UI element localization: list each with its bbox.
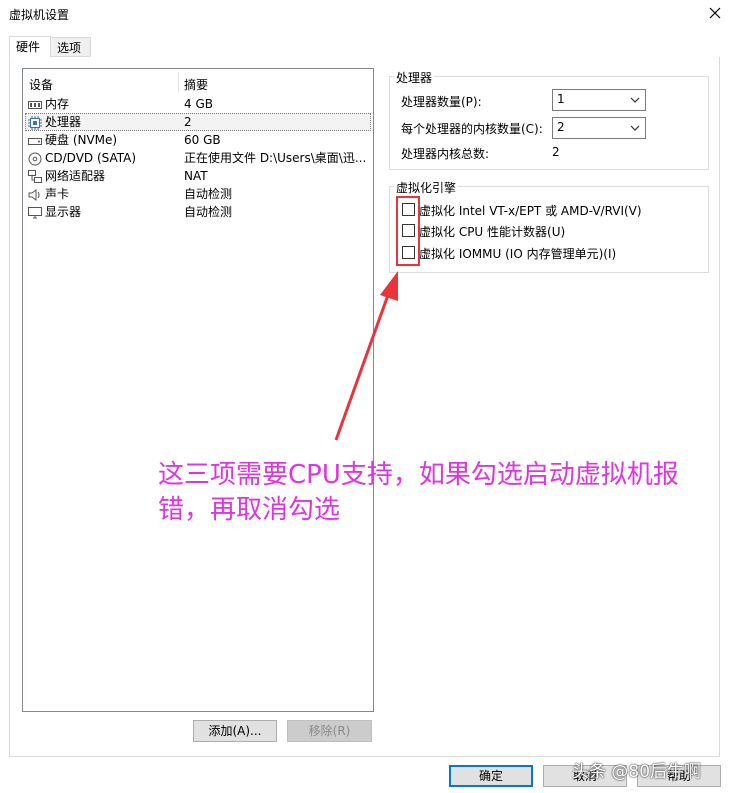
column-divider[interactable] [178,72,179,92]
device-row-processor[interactable]: 处理器 2 [25,113,371,131]
device-row-hard-disk[interactable]: 硬盘 (NVMe) 60 GB [25,131,371,149]
tab-options[interactable]: 选项 [51,37,91,57]
sound-card-icon [28,188,42,201]
watermark: 头条 @80后牛啊 [572,762,702,782]
display-icon [28,206,42,219]
cores-per-processor-value: 2 [557,120,565,134]
processor-count-value: 1 [557,92,565,106]
total-cores-label: 处理器内核总数: [401,147,490,161]
cd-dvd-icon [28,152,42,166]
cores-per-processor-label: 每个处理器的内核数量(C): [401,122,543,136]
hard-disk-icon [28,134,42,146]
column-header-summary[interactable]: 摘要 [184,76,208,93]
close-icon[interactable] [705,3,725,23]
device-summary: 自动检测 [184,205,233,219]
device-summary: 正在使用文件 D:\Users\桌面\迅... [184,151,367,165]
device-row-memory[interactable]: 内存 4 GB [25,95,371,113]
device-summary: 4 GB [184,97,213,111]
cores-per-processor-select[interactable]: 2 [552,117,646,139]
window-title: 虚拟机设置 [9,8,70,22]
device-row-display[interactable]: 显示器 自动检测 [25,203,371,221]
highlight-box [396,196,420,266]
chevron-down-icon [629,94,641,106]
ok-button[interactable]: 确定 [449,765,533,787]
device-summary: 60 GB [184,133,221,147]
annotation-text: 这三项需要CPU支持，如果勾选启动虚拟机报错，再取消勾选 [158,460,679,525]
device-name: 硬盘 (NVMe) [45,133,118,147]
annotation-arrow [334,271,398,441]
processor-count-label: 处理器数量(P): [401,95,482,109]
device-name: 声卡 [45,187,70,201]
device-row-network-adapter[interactable]: 网络适配器 NAT [25,167,371,185]
network-adapter-icon [28,170,42,183]
memory-icon [28,98,42,110]
tab-hardware[interactable]: 硬件 [9,36,51,58]
virtualization-engine-label: 虚拟化引擎 [394,179,459,196]
processors-group-label: 处理器 [394,69,435,86]
device-summary: 2 [184,115,192,129]
iommu-checkbox-label[interactable]: 虚拟化 IOMMU (IO 内存管理单元)(I) [419,245,616,262]
processor-count-select[interactable]: 1 [552,89,646,111]
add-button[interactable]: 添加(A)... [193,720,277,742]
title-bar [0,0,729,30]
device-name: 显示器 [45,205,82,219]
device-name: 处理器 [45,115,82,129]
device-row-sound-card[interactable]: 声卡 自动检测 [25,185,371,203]
device-summary: 自动检测 [184,187,233,201]
device-name: 网络适配器 [45,169,106,183]
remove-button[interactable]: 移除(R) [287,720,372,742]
device-name: CD/DVD (SATA) [45,151,137,165]
device-name: 内存 [45,97,70,111]
cpu-perf-counters-label[interactable]: 虚拟化 CPU 性能计数器(U) [419,223,565,240]
vtx-checkbox-label[interactable]: 虚拟化 Intel VT-x/EPT 或 AMD-V/RVI(V) [419,202,642,219]
column-header-device[interactable]: 设备 [29,76,53,93]
device-summary: NAT [184,169,208,183]
device-row-cd-dvd[interactable]: CD/DVD (SATA) 正在使用文件 D:\Users\桌面\迅... [25,149,371,167]
total-cores-value: 2 [552,145,560,159]
processor-icon [28,116,42,130]
chevron-down-icon [629,122,641,134]
